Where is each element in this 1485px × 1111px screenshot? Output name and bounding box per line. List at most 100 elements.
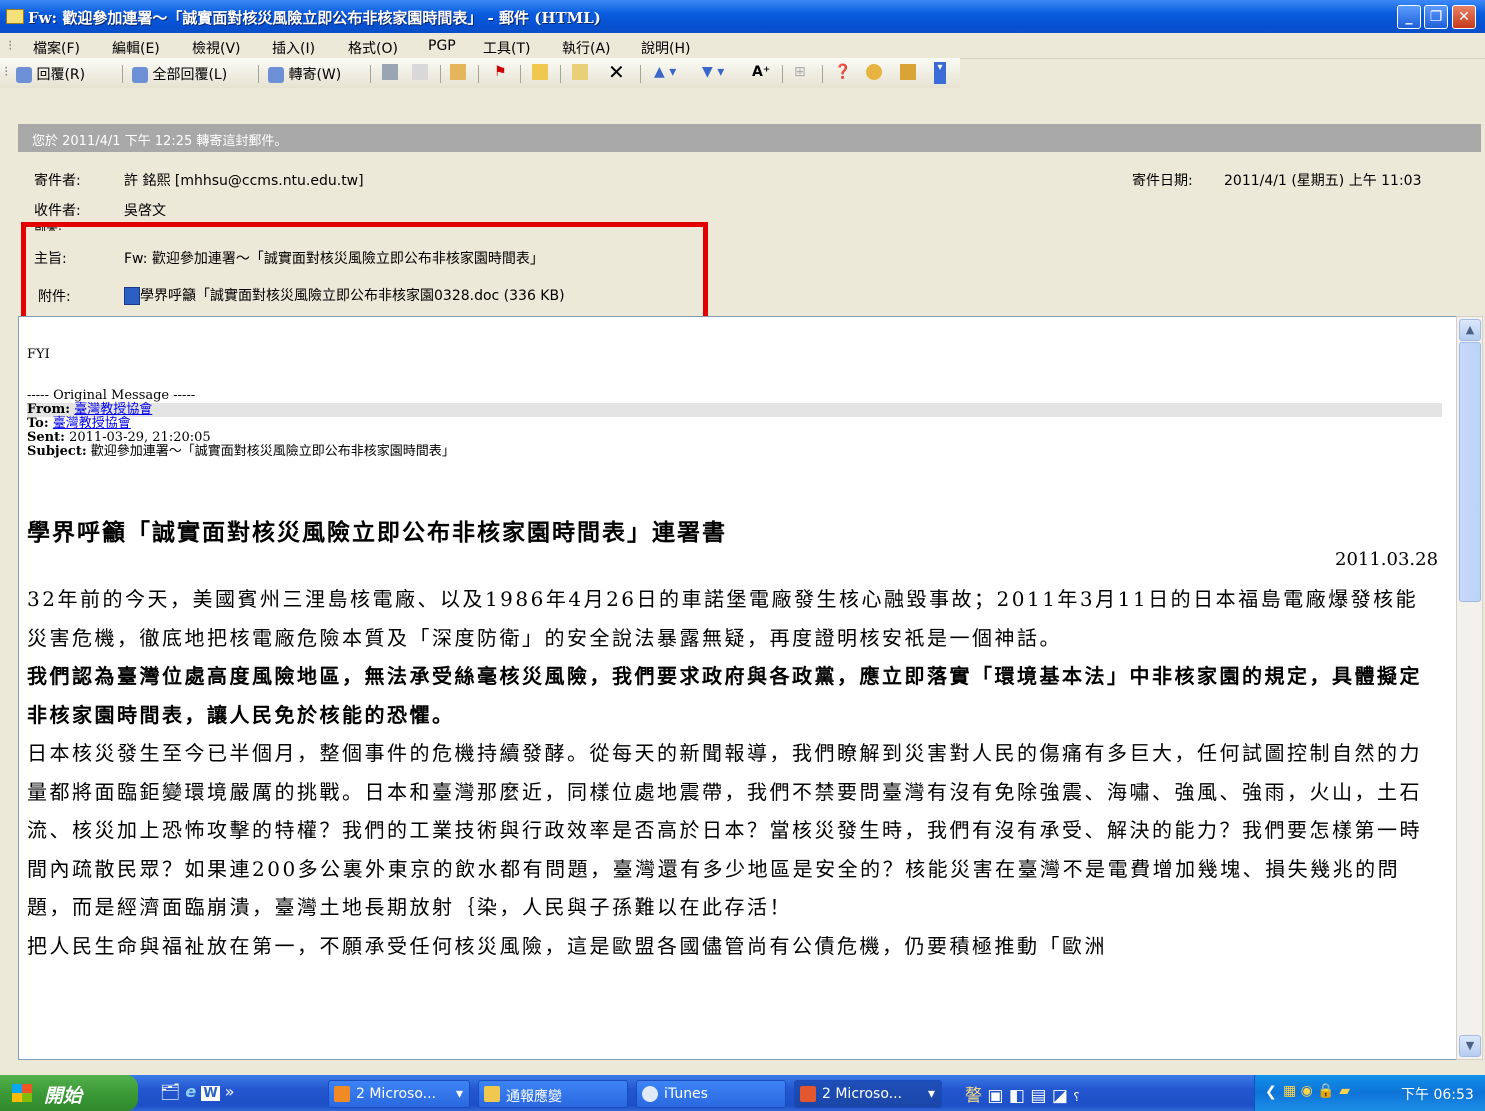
restore-button[interactable]: ❐ <box>1424 5 1448 29</box>
ime-punct-icon[interactable]: ▤ <box>1030 1086 1046 1106</box>
title-bar[interactable]: Fw: 歡迎參加連署～「誠實面對核災風險立即公布非核家園時間表」 - 郵件 (H… <box>0 0 1485 33</box>
orig-sent-label: Sent: <box>27 430 65 445</box>
message-body[interactable]: FYI ----- Original Message ----- From: 臺… <box>18 316 1458 1060</box>
menu-help[interactable]: 說明(H) <box>641 38 690 58</box>
orig-to-label: To: <box>27 416 49 431</box>
grip-handle: ⁝ <box>8 38 13 54</box>
copy-button[interactable] <box>412 64 428 80</box>
forward-icon <box>268 67 284 83</box>
delete-button[interactable]: ✕ <box>608 60 625 84</box>
separator <box>122 65 123 83</box>
ime-icon[interactable]: 謷 <box>965 1086 982 1106</box>
previous-item-button[interactable]: ▲ ▾ <box>654 64 676 80</box>
up-arrow-icon: ▲ ▾ <box>654 64 677 80</box>
menu-tools[interactable]: 工具(T) <box>483 38 530 58</box>
pgp-verify-button[interactable] <box>900 64 916 80</box>
task-label: iTunes <box>664 1086 708 1102</box>
address-book-button[interactable]: ⊞ <box>794 64 806 80</box>
tray-expand-icon[interactable]: ❮ <box>1265 1084 1277 1100</box>
to-label: 收件者: <box>34 203 81 219</box>
original-message-marker: ----- Original Message ----- <box>27 388 196 403</box>
taskbar-item-folder[interactable]: 通報應變 <box>478 1080 628 1108</box>
menu-format[interactable]: 格式(O) <box>348 38 398 58</box>
follow-up-button[interactable]: ⚑ <box>494 64 507 80</box>
chevron-down-icon: ▾ <box>928 1086 936 1102</box>
taskbar-item-itunes[interactable]: iTunes <box>636 1080 786 1108</box>
to-value[interactable]: 吳啓文 <box>124 200 166 220</box>
print-icon <box>382 64 398 80</box>
reply-all-button[interactable]: 全部回覆(L) <box>132 64 227 84</box>
orig-from-label: From: <box>27 402 71 417</box>
print-button[interactable] <box>382 64 398 80</box>
menu-edit[interactable]: 編輯(E) <box>112 38 160 58</box>
help-icon: ❓ <box>834 64 852 80</box>
envelope-icon <box>6 9 24 24</box>
scroll-thumb[interactable] <box>1459 342 1481 602</box>
separator <box>640 65 641 83</box>
toolbar-overflow-button[interactable]: ▾ <box>934 62 946 84</box>
move-to-folder-button[interactable] <box>572 64 588 80</box>
taskbar-item-microsoft-1[interactable]: 2 Microso... ▾ <box>328 1080 470 1108</box>
font-size-icon: A⁺ <box>752 64 771 80</box>
fyi-text: FYI <box>27 347 50 362</box>
tray-app-icons[interactable]: ▦ ◉ 🔒 ▰ <box>1283 1083 1350 1099</box>
separator <box>560 65 561 83</box>
scroll-down-button[interactable]: ▼ <box>1459 1035 1481 1057</box>
ime-options-icon[interactable]: ⸮ <box>1073 1090 1079 1104</box>
menu-file[interactable]: 檔案(F) <box>33 38 80 58</box>
ime-help-icon[interactable]: ◪ <box>1052 1086 1068 1106</box>
folder-icon <box>484 1086 500 1102</box>
scroll-up-button[interactable]: ▲ <box>1459 319 1481 341</box>
sent-date-label: 寄件日期: <box>1132 173 1193 189</box>
petition-text: 32年前的今天，美國賓州三浬島核電廠、以及1986年4月26日的車諾堡電廠發生核… <box>27 580 1437 965</box>
chevron-down-icon: ▾ <box>937 62 943 73</box>
close-button[interactable]: ✕ <box>1452 5 1476 29</box>
down-arrow-icon: ▼ ▾ <box>702 64 725 80</box>
ie-icon[interactable]: e <box>185 1082 196 1101</box>
menu-pgp[interactable]: PGP <box>428 38 456 54</box>
orig-sent-value: 2011-03-29, 21:20:05 <box>69 430 211 445</box>
forward-label: 轉寄(W) <box>288 67 342 83</box>
folder-icon <box>532 64 548 80</box>
start-button[interactable]: 開始 <box>0 1075 138 1111</box>
menu-view[interactable]: 檢視(V) <box>192 38 241 58</box>
separator <box>478 65 479 83</box>
vertical-scrollbar[interactable]: ▲ ▼ <box>1456 316 1483 1060</box>
reply-button[interactable]: 回覆(R) <box>16 64 85 84</box>
info-bar: 您於 2011/4/1 下午 12:25 轉寄這封郵件。 <box>18 124 1481 152</box>
minimize-button[interactable]: _ <box>1397 5 1421 29</box>
help-button[interactable]: ❓ <box>834 64 851 80</box>
menu-actions[interactable]: 執行(A) <box>562 38 611 58</box>
next-item-button[interactable]: ▼ ▾ <box>702 64 724 80</box>
orig-to-link[interactable]: 臺灣教授協會 <box>53 416 131 431</box>
orig-to-line: To: 臺灣教授協會 <box>27 417 1442 431</box>
ime-mode-icon[interactable]: ▣ <box>987 1086 1003 1106</box>
toolbar-grip: ⁝ <box>4 64 9 80</box>
ime-fullwidth-icon[interactable]: ◧ <box>1009 1086 1025 1106</box>
word-icon[interactable]: W <box>201 1086 220 1101</box>
petition-date: 2011.03.28 <box>1335 549 1439 570</box>
font-size-button[interactable]: A⁺ <box>752 64 770 80</box>
separator <box>258 65 259 83</box>
system-tray: ❮ ▦ ◉ 🔒 ▰ 下午 06:53 <box>1254 1075 1485 1111</box>
pgp-decrypt-button[interactable] <box>866 64 882 80</box>
language-bar[interactable]: 謷 ▣ ◧ ▤ ◪ ⸮ <box>965 1081 1080 1106</box>
envelope-red-icon <box>450 64 466 80</box>
clock[interactable]: 下午 06:53 <box>1401 1084 1474 1104</box>
show-desktop-icon[interactable]: 🗂 <box>160 1082 180 1101</box>
menu-insert[interactable]: 插入(I) <box>272 38 315 58</box>
original-message-block: ----- Original Message ----- From: 臺灣教授協… <box>27 389 1442 459</box>
separator <box>520 65 521 83</box>
move-folder-button[interactable] <box>532 64 548 80</box>
save-attach-button[interactable] <box>450 64 466 80</box>
quick-launch-more-icon[interactable]: » <box>225 1082 235 1101</box>
pgp-lock-icon <box>866 64 882 80</box>
from-value[interactable]: 許 銘熙 [mhhsu@ccms.ntu.edu.tw] <box>124 170 364 190</box>
quick-launch: 🗂 e W » <box>160 1082 235 1101</box>
reply-label: 回覆(R) <box>36 67 86 83</box>
forward-notice: 您於 2011/4/1 下午 12:25 轉寄這封郵件。 <box>32 134 288 149</box>
address-book-icon: ⊞ <box>794 64 806 80</box>
orig-from-link[interactable]: 臺灣教授協會 <box>74 402 152 417</box>
taskbar-item-microsoft-2[interactable]: 2 Microso... ▾ <box>794 1080 942 1108</box>
forward-button[interactable]: 轉寄(W) <box>268 64 341 84</box>
